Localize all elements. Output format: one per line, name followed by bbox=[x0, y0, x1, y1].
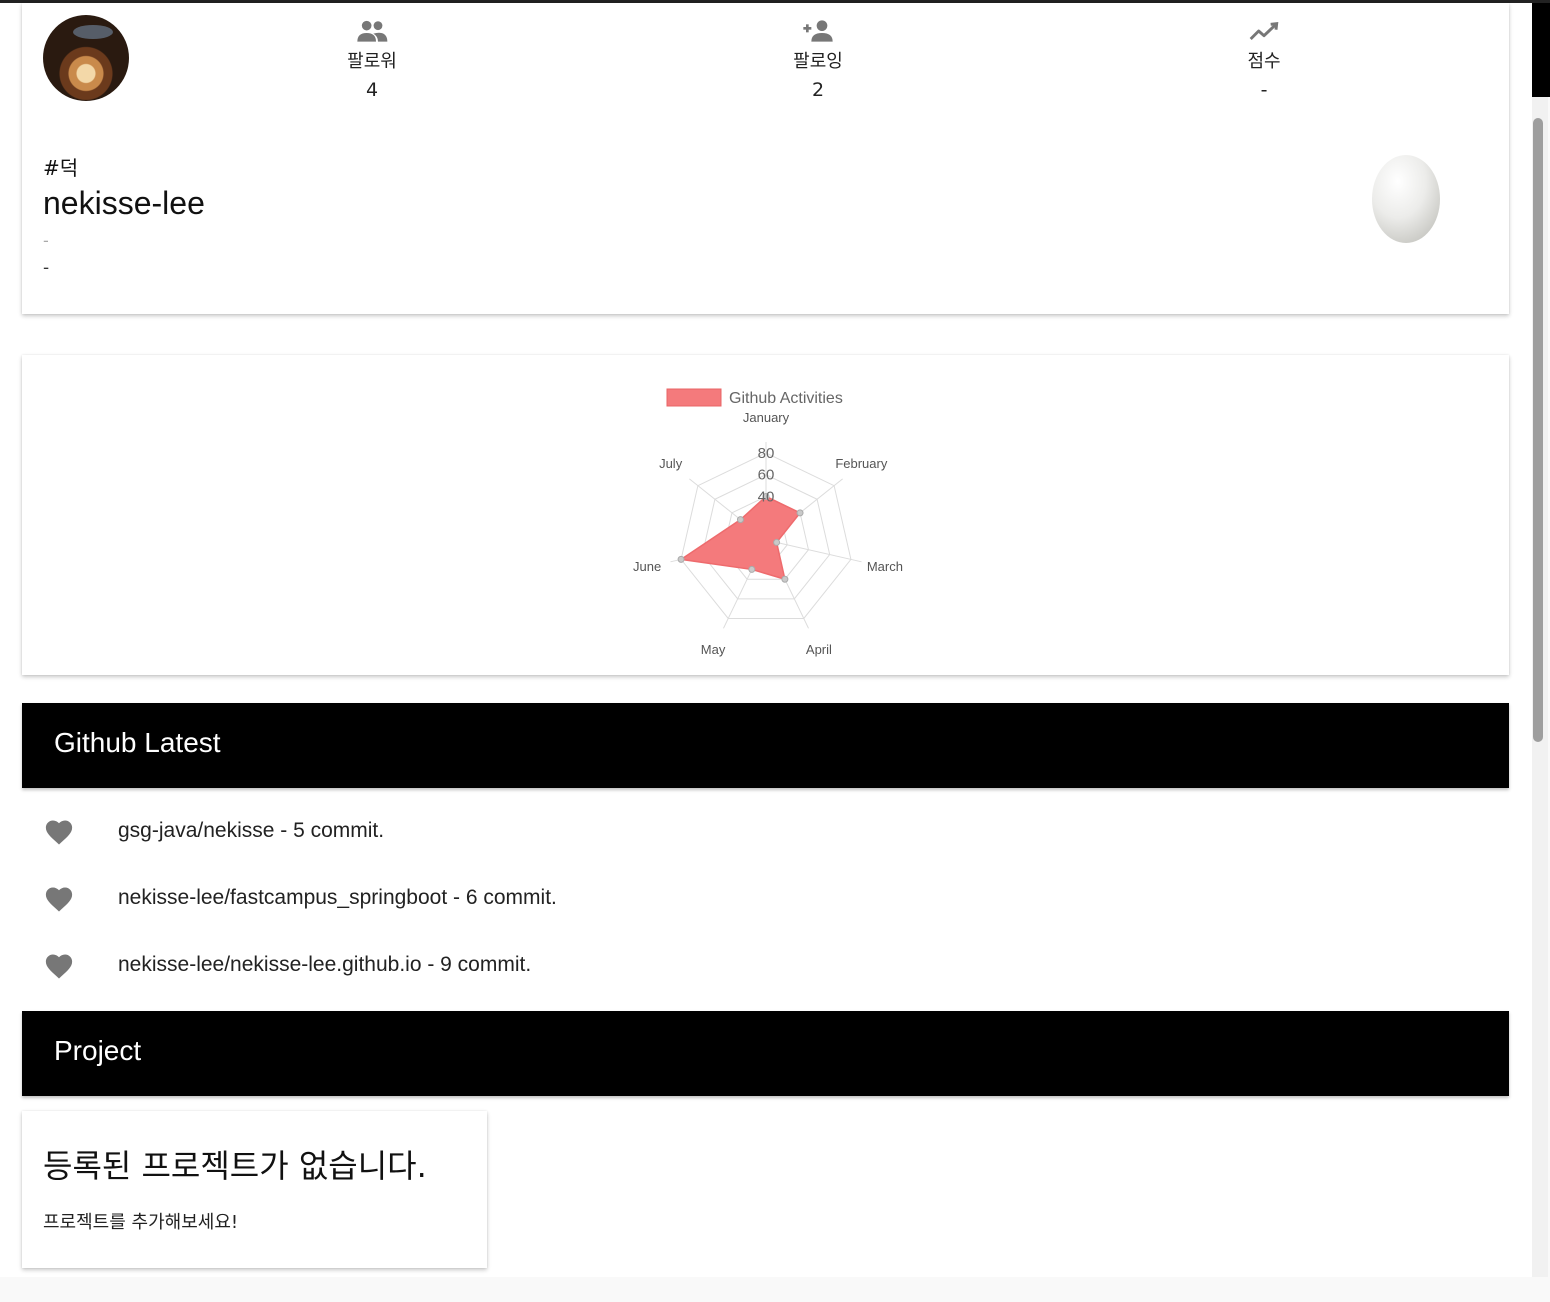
radar-tick-label: 60 bbox=[758, 467, 775, 484]
radar-axis-label: January bbox=[743, 410, 790, 425]
radar-data-point bbox=[748, 565, 756, 573]
username: nekisse-lee bbox=[43, 185, 205, 221]
profile-subtitle: - bbox=[43, 231, 49, 250]
radar-data-point bbox=[781, 575, 789, 583]
scrollbar-thumb[interactable] bbox=[1533, 118, 1543, 742]
profile-card: 팔로워 4 팔로잉 2 점수 - #덕 nekisse-lee - - bbox=[22, 3, 1509, 314]
project-empty-desc: 프로젝트를 추가해보세요! bbox=[43, 1212, 239, 1233]
radar-tick-label: 80 bbox=[758, 445, 775, 462]
radar-data-point bbox=[773, 538, 781, 546]
profile-tag: #덕 bbox=[43, 156, 79, 180]
score-stat[interactable]: 점수 - bbox=[1204, 19, 1324, 101]
project-header: Project bbox=[22, 1011, 1509, 1096]
commit-list-item[interactable]: nekisse-lee/fastcampus_springboot - 6 co… bbox=[22, 879, 922, 919]
github-latest-title: Github Latest bbox=[54, 727, 221, 758]
radar-axis-label: March bbox=[867, 559, 903, 574]
followers-count: 4 bbox=[365, 79, 379, 101]
egg-badge-image bbox=[1372, 155, 1440, 243]
commit-list-item[interactable]: nekisse-lee/nekisse-lee.github.io - 9 co… bbox=[22, 946, 922, 986]
commit-list-item[interactable]: gsg-java/nekisse - 5 commit. bbox=[22, 812, 922, 852]
legend-label: Github Activities bbox=[729, 390, 843, 407]
legend-swatch[interactable] bbox=[666, 388, 722, 407]
radar-axis-label: May bbox=[701, 642, 726, 657]
radar-tick-label: 40 bbox=[758, 488, 775, 505]
radar-axis-label: February bbox=[835, 456, 888, 471]
project-title: Project bbox=[54, 1035, 142, 1066]
radar-axis-label: July bbox=[659, 456, 683, 471]
followers-icon bbox=[357, 20, 388, 42]
score-label: 점수 bbox=[1247, 51, 1281, 72]
heart-icon bbox=[45, 954, 73, 979]
activity-chart-card: Github Activities 40 60 80 January February… bbox=[22, 355, 1509, 675]
radar-data-point bbox=[736, 516, 744, 524]
radar-data-point bbox=[796, 509, 804, 517]
radar-data-point bbox=[677, 555, 685, 563]
add-person-icon bbox=[803, 20, 833, 42]
commit-text: nekisse-lee/fastcampus_springboot - 6 co… bbox=[118, 886, 557, 909]
github-latest-header: Github Latest bbox=[22, 703, 1509, 788]
radar-axis-label: April bbox=[806, 642, 832, 657]
score-value: - bbox=[1260, 79, 1268, 101]
following-count: 2 bbox=[811, 79, 825, 101]
activity-radar-chart: Github Activities 40 60 80 January February… bbox=[633, 388, 903, 657]
followers-stat[interactable]: 팔로워 4 bbox=[312, 19, 432, 101]
commit-text: nekisse-lee/nekisse-lee.github.io - 9 co… bbox=[118, 953, 532, 976]
commit-text: gsg-java/nekisse - 5 commit. bbox=[118, 819, 385, 842]
followers-label: 팔로워 bbox=[347, 51, 397, 72]
heart-icon bbox=[45, 887, 73, 912]
trend-icon bbox=[1249, 22, 1279, 41]
radar-axis-label: June bbox=[633, 559, 661, 574]
profile-bio: - bbox=[43, 258, 50, 278]
following-label: 팔로잉 bbox=[793, 51, 843, 72]
project-empty-card: 등록된 프로젝트가 없습니다. 프로젝트를 추가해보세요! bbox=[22, 1111, 487, 1268]
following-stat[interactable]: 팔로잉 2 bbox=[758, 19, 878, 101]
heart-icon bbox=[45, 820, 73, 845]
avatar[interactable] bbox=[43, 15, 129, 101]
project-empty-title: 등록된 프로젝트가 없습니다. bbox=[43, 1147, 427, 1185]
